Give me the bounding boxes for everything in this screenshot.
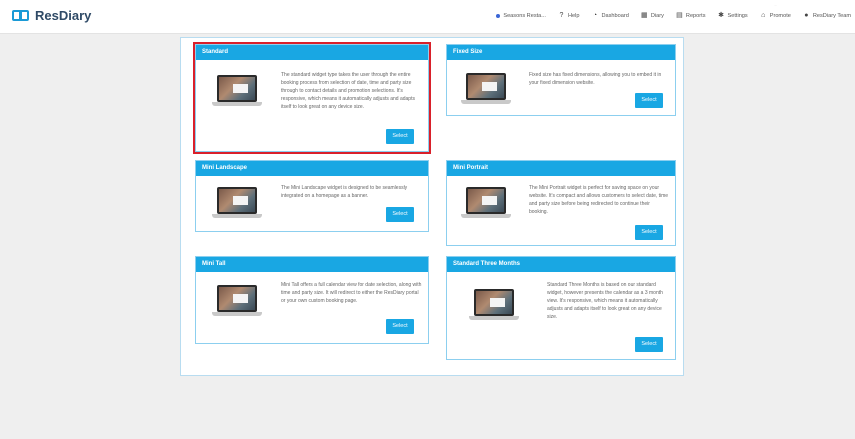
card-description: The standard widget type takes the user … <box>281 72 415 110</box>
diary-icon: ▦ <box>641 12 648 19</box>
resdiary-logo-icon <box>12 9 30 23</box>
nav-label: Help <box>567 12 580 19</box>
widget-card-standard: Standard The standard widget type takes … <box>195 44 429 152</box>
top-bar: ResDiary ... Seasons Resta... ? Help ◔ D… <box>0 0 855 34</box>
reports-icon: ▤ <box>676 12 683 19</box>
card-description: The Mini Portrait widget is perfect for … <box>529 185 669 215</box>
card-title: Mini Portrait <box>447 161 675 176</box>
nav-label: Promote <box>769 12 791 19</box>
card-description: Standard Three Months is based on our st… <box>547 282 663 320</box>
laptop-preview-icon <box>461 187 511 219</box>
card-title: Standard Three Months <box>447 257 675 272</box>
nav-label: Seasons Resta... <box>503 12 546 19</box>
nav-label: Diary <box>650 12 664 19</box>
select-button-standard-three-months[interactable]: Select <box>635 337 663 352</box>
nav-dashboard[interactable]: ◔ Dashboard <box>591 12 629 19</box>
app-name: ResDiary <box>35 8 92 23</box>
widget-card-mini-landscape: Mini Landscape The Mini Landscape widget… <box>195 160 429 232</box>
nav-settings[interactable]: ✱ Settings <box>718 12 748 19</box>
select-button-standard[interactable]: Select <box>386 129 414 144</box>
nav-label: Reports <box>685 12 706 19</box>
card-title: Mini Landscape <box>196 161 428 176</box>
top-nav: Seasons Resta... ? Help ◔ Dashboard ▦ Di… <box>496 12 851 19</box>
laptop-preview-icon <box>461 73 511 105</box>
dashboard-icon: ◔ <box>592 12 598 19</box>
nav-restaurant-selector[interactable]: Seasons Resta... <box>496 13 546 19</box>
user-icon: ● <box>804 12 809 19</box>
laptop-preview-icon <box>212 285 262 317</box>
select-button-fixed-size[interactable]: Select <box>635 93 663 108</box>
widget-card-standard-three-months: Standard Three Months Standard Three Mon… <box>446 256 676 360</box>
nav-help[interactable]: ? Help <box>558 12 580 19</box>
laptop-preview-icon <box>469 289 519 321</box>
select-button-mini-portrait[interactable]: Select <box>635 225 663 240</box>
nav-promote[interactable]: ⌂ Promote <box>760 12 791 19</box>
select-button-mini-tall[interactable]: Select <box>386 319 414 334</box>
card-title: Mini Tall <box>196 257 428 272</box>
widget-card-fixed-size: Fixed Size Fixed size has fixed dimensio… <box>446 44 676 116</box>
widget-card-mini-portrait: Mini Portrait The Mini Portrait widget i… <box>446 160 676 246</box>
corner-text: ... <box>774 3 777 7</box>
laptop-preview-icon <box>212 187 262 219</box>
nav-label: Dashboard <box>601 12 629 19</box>
promote-icon: ⌂ <box>761 12 766 19</box>
select-button-mini-landscape[interactable]: Select <box>386 207 414 222</box>
restaurant-dot-icon <box>496 13 501 18</box>
nav-user-menu[interactable]: ● ResDiary Team <box>803 12 851 19</box>
card-description: Fixed size has fixed dimensions, allowin… <box>529 72 662 86</box>
nav-diary[interactable]: ▦ Diary <box>641 12 664 19</box>
nav-label: Settings <box>727 12 748 19</box>
settings-icon: ✱ <box>718 12 724 19</box>
card-description: The Mini Landscape widget is designed to… <box>281 185 408 199</box>
card-title: Fixed Size <box>447 45 675 60</box>
card-title: Standard <box>196 45 428 60</box>
widget-card-mini-tall: Mini Tall Mini Tall offers a full calend… <box>195 256 429 344</box>
resdiary-logo[interactable]: ResDiary <box>12 8 91 23</box>
card-description: Mini Tall offers a full calendar view fo… <box>281 282 422 304</box>
nav-label: ResDiary Team <box>812 12 851 19</box>
laptop-preview-icon <box>212 75 262 107</box>
help-icon: ? <box>559 12 564 19</box>
nav-reports[interactable]: ▤ Reports <box>676 12 706 19</box>
